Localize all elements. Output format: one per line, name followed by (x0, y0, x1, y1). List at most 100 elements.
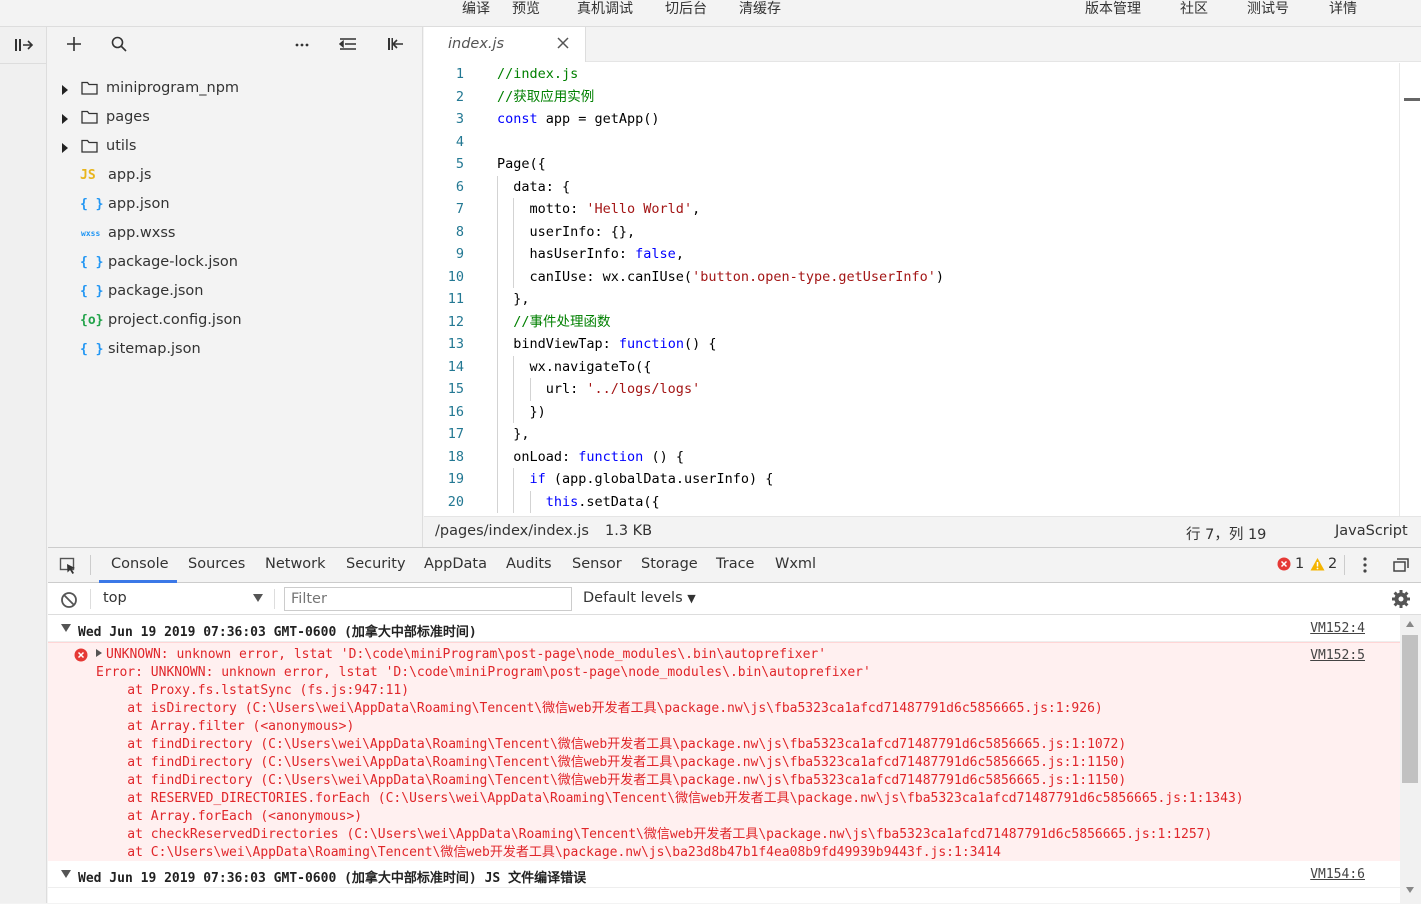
line-number: 4 (455, 133, 464, 150)
code-line[interactable]: 14 wx.navigateTo({ (424, 355, 1399, 378)
version-manage-button[interactable]: 版本管理 (1085, 0, 1141, 18)
code-text: }) (497, 403, 546, 420)
chevron-right-icon[interactable] (62, 85, 68, 95)
tab-trace[interactable]: Trace (716, 556, 754, 572)
language-mode[interactable]: JavaScript (1335, 523, 1408, 539)
code-text: if (app.globalData.userInfo) { (529, 471, 774, 487)
clear-cache-button[interactable]: 清缓存 (739, 0, 781, 18)
tree-item[interactable]: JS app.js (48, 161, 422, 190)
code-line[interactable]: 15 url: '../logs/logs' (424, 378, 1399, 401)
code-line[interactable]: 19 if (app.globalData.userInfo) { (424, 468, 1399, 491)
tree-item[interactable]: pages (48, 103, 422, 132)
inspect-element-icon[interactable] (59, 557, 77, 575)
collapse-all-button[interactable] (336, 32, 360, 56)
code-text: //index.js (497, 66, 579, 82)
code-line[interactable]: 10 canIUse: wx.canIUse('button.open-type… (424, 265, 1399, 288)
scroll-down-icon[interactable] (1406, 887, 1414, 893)
tab-sources[interactable]: Sources (188, 556, 245, 572)
code-line[interactable]: 5 Page({ (424, 153, 1399, 176)
close-icon[interactable] (556, 36, 570, 50)
tab-console[interactable]: Console (111, 556, 169, 572)
remote-debug-button[interactable]: 真机调试 (577, 0, 633, 18)
search-button[interactable] (107, 32, 131, 56)
preview-button[interactable]: 预览 (512, 0, 540, 18)
code-line[interactable]: 2 //获取应用实例 (424, 86, 1399, 109)
error-count[interactable]: 1 (1295, 556, 1304, 572)
code-line[interactable]: 16 }) (424, 400, 1399, 423)
tab-index-js[interactable]: index.js (424, 27, 586, 62)
line-number: 8 (455, 223, 464, 240)
warning-count[interactable]: 2 (1328, 556, 1337, 572)
hide-explorer-button[interactable] (383, 32, 407, 56)
tree-item[interactable]: {o} project.config.json (48, 306, 422, 335)
tree-item[interactable]: { } sitemap.json (48, 335, 422, 364)
console-scrollbar[interactable] (1400, 615, 1421, 904)
tab-network[interactable]: Network (265, 556, 326, 572)
community-button[interactable]: 社区 (1180, 0, 1208, 18)
code-area[interactable]: 1 //index.js 2 //获取应用实例 3 const app = getApp(… (424, 63, 1421, 516)
tree-item[interactable]: utils (48, 132, 422, 161)
tab-sensor[interactable]: Sensor (572, 556, 622, 572)
console-filter-input[interactable] (284, 587, 572, 611)
line-number: 13 (447, 336, 464, 352)
tree-item[interactable]: { } app.json (48, 190, 422, 219)
clear-console-icon[interactable] (60, 591, 78, 609)
tab-storage[interactable]: Storage (641, 556, 698, 572)
tree-item[interactable]: wxss app.wxss (48, 219, 422, 248)
toggle-simulator-button[interactable] (11, 35, 37, 55)
code-text: url: '../logs/logs' (497, 381, 701, 397)
tab-appdata[interactable]: AppData (424, 556, 487, 572)
line-number: 11 (447, 291, 464, 307)
tab-audits[interactable]: Audits (506, 556, 552, 572)
log-levels-label: Default levels (583, 590, 683, 606)
code-line[interactable]: 9 hasUserInfo: false, (424, 243, 1399, 266)
tree-item[interactable]: { } package.json (48, 277, 422, 306)
context-selector[interactable]: top (103, 590, 127, 606)
line-number: 5 (455, 156, 464, 172)
code-line[interactable]: 6 data: { (424, 175, 1399, 198)
console-group-header[interactable]: Wed Jun 19 2019 07:36:03 GMT-0600 (加拿大中部… (48, 861, 1400, 888)
chevron-right-icon[interactable] (62, 114, 68, 124)
tree-item-label: miniprogram_npm (106, 80, 240, 96)
background-button[interactable]: 切后台 (665, 0, 707, 18)
chevron-right-icon[interactable] (62, 143, 68, 153)
tab-security[interactable]: Security (346, 556, 406, 572)
code-line[interactable]: 17 }, (424, 423, 1399, 446)
log-levels-dropdown[interactable]: Default levels ▼ (583, 590, 696, 606)
source-link[interactable]: VM154:6 (1310, 867, 1365, 882)
chevron-down-icon[interactable] (253, 594, 263, 602)
panel-toggle-icon (15, 39, 34, 51)
scroll-up-icon[interactable] (1406, 621, 1414, 627)
undock-icon[interactable] (1393, 558, 1409, 572)
code-line[interactable]: 8 userInfo: {}, (424, 220, 1399, 243)
code-line[interactable]: 4 (424, 131, 1399, 154)
details-button[interactable]: 详情 (1329, 0, 1357, 18)
code-line[interactable]: 12 //事件处理函数 (424, 310, 1399, 333)
tree-item[interactable]: miniprogram_npm (48, 74, 422, 103)
expand-triangle-icon[interactable] (96, 649, 102, 657)
add-file-button[interactable] (62, 32, 86, 56)
tree-item[interactable]: { } package-lock.json (48, 248, 422, 277)
warning-icon (1310, 558, 1325, 571)
code-line[interactable]: 13 bindViewTap: function() { (424, 333, 1399, 356)
more-button[interactable] (290, 32, 314, 56)
cursor-position[interactable]: 行 7，列 19 (1186, 523, 1266, 544)
code-line[interactable]: 18 onLoad: function () { (424, 445, 1399, 468)
code-line[interactable]: 7 motto: 'Hello World', (424, 198, 1399, 221)
source-link[interactable]: VM152:4 (1310, 621, 1365, 636)
kebab-menu-icon[interactable] (1362, 557, 1368, 573)
console-group-header[interactable]: Wed Jun 19 2019 07:36:03 GMT-0600 (加拿大中部… (48, 615, 1400, 642)
scrollbar-thumb[interactable] (1402, 635, 1418, 783)
code-line[interactable]: 11 }, (424, 288, 1399, 311)
editor-scrollbar[interactable] (1399, 63, 1421, 516)
source-link[interactable]: VM152:5 (1310, 648, 1365, 663)
test-account-button[interactable]: 测试号 (1247, 0, 1289, 18)
tree-item-label: project.config.json (108, 312, 242, 328)
gear-icon[interactable] (1391, 589, 1411, 609)
code-line[interactable]: 3 const app = getApp() (424, 108, 1399, 131)
code-line[interactable]: 1 //index.js (424, 63, 1399, 86)
tab-wxml[interactable]: Wxml (775, 556, 816, 572)
code-line[interactable]: 20 this.setData({ (424, 490, 1399, 513)
compile-button[interactable]: 编译 (462, 0, 490, 18)
code-text: wx.navigateTo({ (497, 358, 652, 375)
